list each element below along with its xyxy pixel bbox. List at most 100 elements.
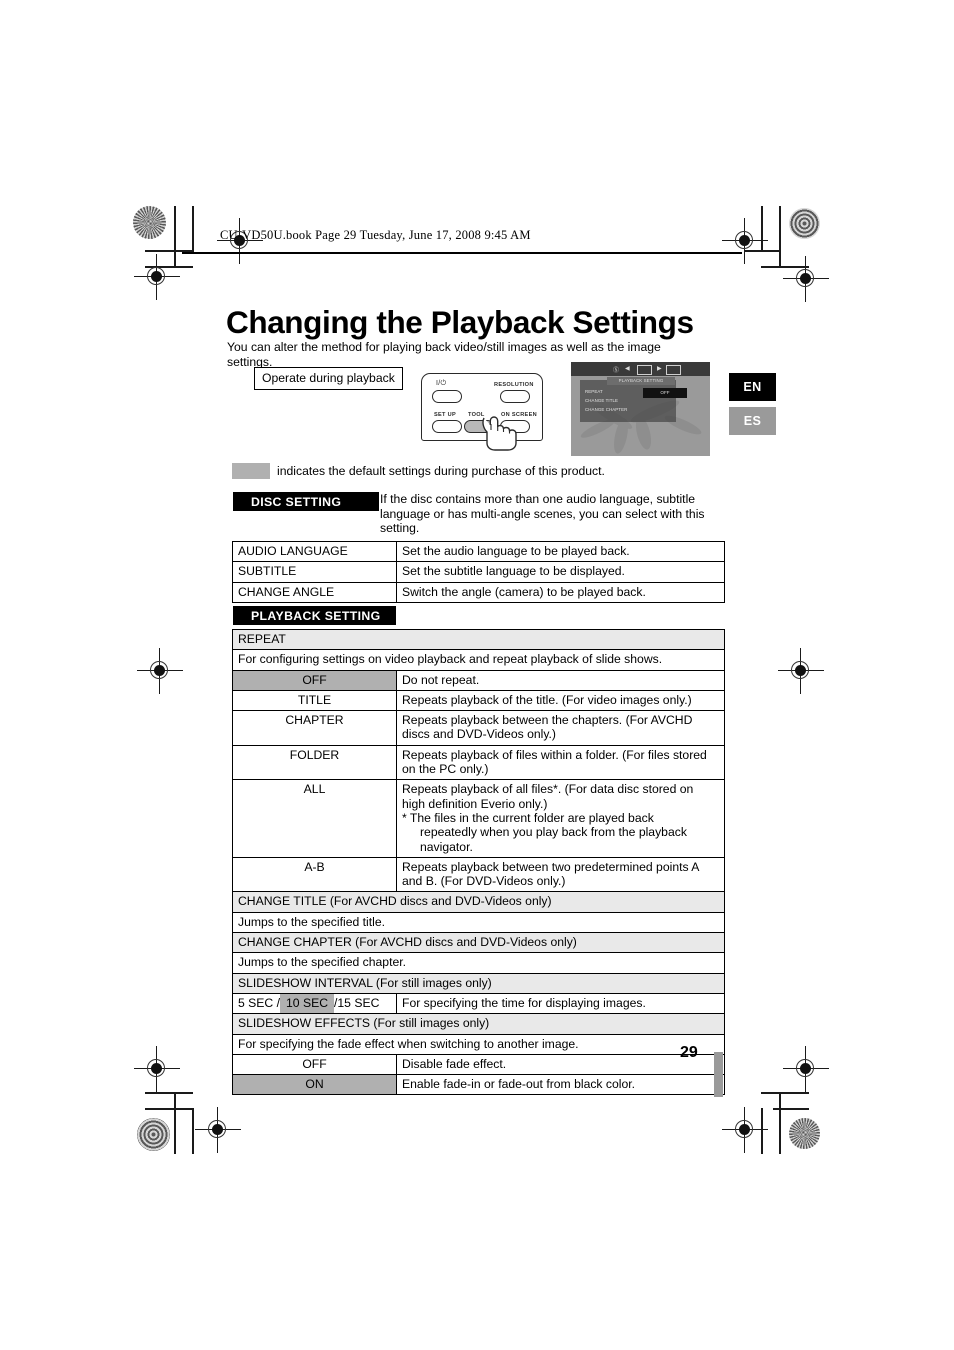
registration-mark-right-upper: [783, 256, 829, 302]
table-row: For specifying the fade effect when swit…: [231, 1033, 726, 1055]
interval-option-15sec: /15 SEC: [334, 995, 380, 1010]
table-row: Jumps to the specified title.: [231, 911, 726, 934]
registration-mark-bottom-left: [195, 1107, 241, 1153]
disc-row-name: AUDIO LANGUAGE: [232, 540, 397, 563]
book-file-path: CU-VD50U.book Page 29 Tuesday, June 17, …: [220, 228, 531, 242]
repeat-option-folder: FOLDER: [232, 744, 397, 781]
repeat-option-ab: A-B: [232, 856, 397, 893]
tv-menu-title: PLAYBACK SETTING: [607, 377, 675, 385]
slideshow-effects-option-off: OFF: [232, 1053, 397, 1076]
disc-row-name: SUBTITLE: [232, 561, 397, 583]
change-chapter-header: CHANGE CHAPTER (For AVCHD discs and DVD-…: [231, 932, 726, 954]
change-title-description: Jumps to the specified title.: [231, 911, 726, 934]
repeat-option-folder-desc: Repeats playback of files within a folde…: [395, 744, 726, 781]
resolution-button-label: RESOLUTION: [494, 382, 534, 388]
slideshow-effects-option-on-desc: Enable fade-in or fade-out from black co…: [395, 1074, 726, 1096]
setup-button-label: SET UP: [434, 412, 457, 418]
disc-row-desc: Set the subtitle language to be displaye…: [396, 561, 725, 583]
page-number: 29: [680, 1044, 698, 1061]
repeat-all-footnote-3: navigator.: [420, 839, 473, 854]
disc-setting-table: AUDIO LANGUAGE Set the audio language to…: [232, 540, 725, 603]
disc-row-desc: Set the audio language to be played back…: [396, 540, 725, 563]
repeat-option-all-desc: Repeats playback of all files*. (For dat…: [395, 779, 726, 858]
disc-row-desc: Switch the angle (camera) to be played b…: [396, 581, 725, 603]
right-arrow-icon: ▶: [657, 366, 662, 372]
registration-mark-right-middle: [778, 648, 824, 694]
repeat-section-header: REPEAT: [231, 628, 726, 651]
table-row: CHANGE ANGLE Switch the angle (camera) t…: [232, 581, 725, 603]
table-row: For configuring settings on video playba…: [231, 649, 726, 671]
resolution-button: [500, 390, 530, 403]
tv-menu-item-repeat: REPEAT: [585, 389, 603, 394]
disc-row-name: CHANGE ANGLE: [232, 581, 397, 603]
repeat-option-title: TITLE: [232, 689, 397, 712]
page-edge-marker: [714, 1052, 723, 1097]
repeat-all-footnote-2: repeatedly when you play back from the p…: [420, 825, 687, 840]
power-button: [432, 390, 462, 403]
page-title: Changing the Playback Settings: [226, 304, 694, 341]
registration-mark-right-lower: [783, 1046, 829, 1092]
registration-mark-left-middle: [137, 648, 183, 694]
table-row: CHANGE TITLE (For AVCHD discs and DVD-Vi…: [231, 891, 726, 913]
repeat-option-all: ALL: [232, 779, 397, 858]
slideshow-effects-option-on: ON: [232, 1074, 397, 1096]
repeat-option-chapter: CHAPTER: [232, 710, 397, 746]
table-row: ALL Repeats playback of all files*. (For…: [232, 779, 726, 858]
table-row: A-B Repeats playback between two predete…: [232, 856, 726, 893]
table-row: TITLE Repeats playback of the title. (Fo…: [232, 689, 726, 712]
pointing-hand-icon: [482, 416, 517, 451]
table-row: ON Enable fade-in or fade-out from black…: [232, 1074, 726, 1096]
table-row: SLIDESHOW INTERVAL (For still images onl…: [231, 972, 726, 994]
tv-menu-selected-value: OFF: [643, 388, 687, 398]
repeat-option-ab-desc: Repeats playback between two predetermin…: [395, 856, 726, 893]
repeat-option-title-desc: Repeats playback of the title. (For vide…: [395, 689, 726, 712]
table-row: OFF Disable fade effect.: [232, 1053, 726, 1076]
disc-setting-banner: DISC SETTING: [233, 492, 379, 511]
registration-mark-top-right: [722, 218, 768, 264]
slideshow-interval-desc: For specifying the time for displaying i…: [395, 992, 726, 1015]
table-row: CHANGE CHAPTER (For AVCHD discs and DVD-…: [231, 932, 726, 954]
default-setting-swatch: [232, 463, 270, 479]
table-row: REPEAT: [231, 628, 726, 651]
default-setting-legend: indicates the default settings during pu…: [277, 464, 605, 478]
card-icon: [666, 365, 681, 375]
repeat-option-chapter-desc: Repeats playback between the chapters. (…: [395, 710, 726, 746]
registration-mark-bottom-right: [722, 1107, 768, 1153]
table-row: FOLDER Repeats playback of files within …: [232, 744, 726, 781]
table-row: Jumps to the specified chapter.: [231, 952, 726, 974]
slideshow-effects-option-off-desc: Disable fade effect.: [395, 1053, 726, 1076]
table-row: 5 SEC /10 SEC/15 SEC For specifying the …: [232, 992, 726, 1015]
setup-button: [432, 420, 462, 433]
tv-menu-item-change-chapter: CHANGE CHAPTER: [585, 407, 628, 412]
slideshow-effects-header: SLIDESHOW EFFECTS (For still images only…: [231, 1013, 726, 1035]
operate-during-playback-callout: Operate during playback: [254, 367, 403, 390]
change-chapter-description: Jumps to the specified chapter.: [231, 952, 726, 974]
table-row: AUDIO LANGUAGE Set the audio language to…: [232, 540, 725, 563]
table-row: CHAPTER Repeats playback between the cha…: [232, 710, 726, 746]
disc-icon: [637, 365, 652, 375]
repeat-status-icon: Ⓢ: [613, 368, 620, 374]
playback-setting-banner: PLAYBACK SETTING: [233, 606, 396, 625]
repeat-all-footnote-1: * The files in the current folder are pl…: [402, 810, 654, 825]
tv-screen-thumbnail: Ⓢ ◀ ▶ PLAYBACK SETTING REPEAT CHANGE TIT…: [571, 362, 710, 456]
change-title-header: CHANGE TITLE (For AVCHD discs and DVD-Vi…: [231, 891, 726, 913]
slideshow-effects-description: For specifying the fade effect when swit…: [231, 1033, 726, 1055]
power-button-label: I/⏻: [436, 380, 447, 387]
language-tab-en[interactable]: EN: [729, 373, 776, 401]
table-row: OFF Do not repeat.: [232, 669, 726, 691]
table-row: SUBTITLE Set the subtitle language to be…: [232, 561, 725, 583]
registration-mark-left-lower: [134, 1046, 180, 1092]
interval-option-10sec: 10 SEC: [280, 993, 335, 1013]
slideshow-interval-header: SLIDESHOW INTERVAL (For still images onl…: [231, 972, 726, 994]
interval-option-5sec: 5 SEC /: [238, 995, 280, 1010]
repeat-option-off: OFF: [232, 669, 397, 691]
header-rule: [182, 252, 742, 254]
playback-setting-table: REPEAT For configuring settings on video…: [231, 628, 726, 1096]
tv-menu-item-change-title: CHANGE TITLE: [585, 398, 619, 403]
slideshow-interval-options: 5 SEC /10 SEC/15 SEC: [232, 992, 397, 1015]
language-tab-es[interactable]: ES: [729, 407, 776, 435]
repeat-option-off-desc: Do not repeat.: [395, 669, 726, 691]
repeat-section-description: For configuring settings on video playba…: [231, 649, 726, 671]
left-arrow-icon: ◀: [625, 366, 630, 372]
repeat-all-desc-main: Repeats playback of all files*. (For dat…: [402, 782, 694, 811]
